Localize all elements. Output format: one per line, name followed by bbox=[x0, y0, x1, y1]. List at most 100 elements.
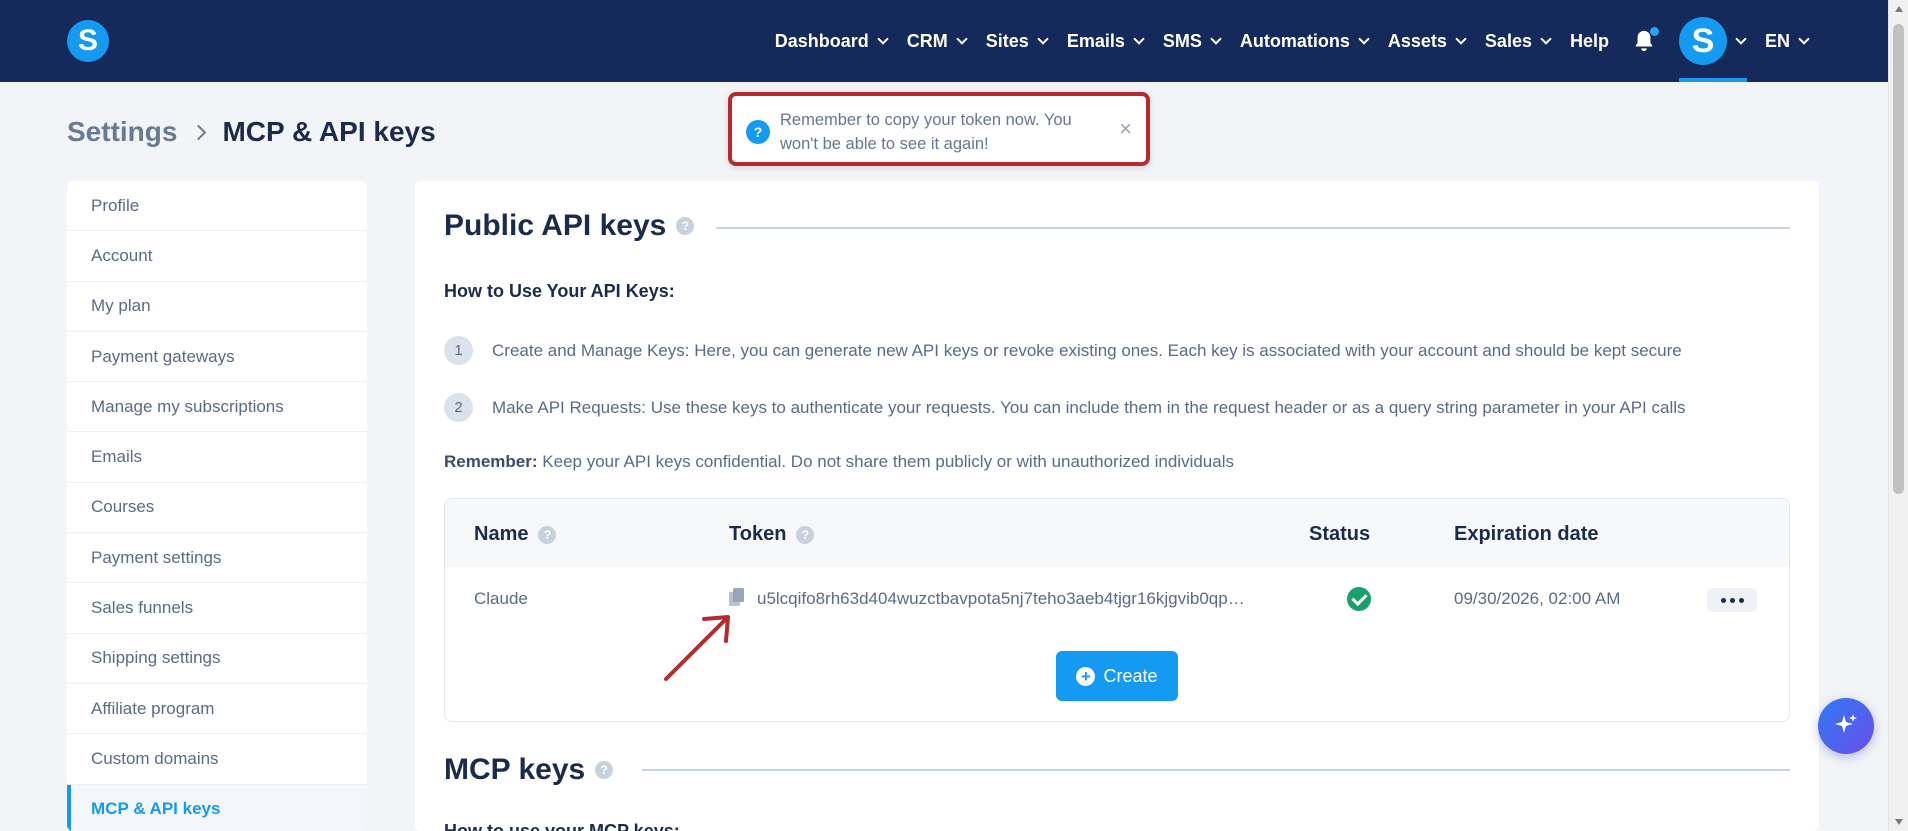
section-divider bbox=[642, 769, 1790, 771]
column-name-label: Name bbox=[474, 523, 529, 545]
sidebar-item-account[interactable]: Account bbox=[67, 231, 367, 282]
nav-sales[interactable]: Sales bbox=[1484, 30, 1552, 52]
help-icon[interactable]: ? bbox=[538, 525, 557, 544]
column-token: Token? bbox=[729, 523, 815, 546]
page-scrollbar[interactable] bbox=[1888, 0, 1908, 831]
chevron-down-icon bbox=[1358, 32, 1370, 45]
chevron-down-icon bbox=[1540, 32, 1552, 45]
remember-note: Remember: Keep your API keys confidentia… bbox=[444, 452, 1234, 472]
main-card: Public API keys ? How to Use Your API Ke… bbox=[415, 181, 1819, 831]
nav-help[interactable]: Help bbox=[1570, 31, 1609, 52]
chevron-down-icon bbox=[1210, 32, 1222, 45]
nav-dashboard-label: Dashboard bbox=[774, 30, 869, 51]
step-number: 2 bbox=[444, 393, 473, 422]
chevron-down-icon bbox=[1735, 32, 1747, 45]
avatar: S bbox=[1678, 17, 1727, 65]
nav-sites[interactable]: Sites bbox=[985, 30, 1049, 52]
scroll-thumb[interactable] bbox=[1893, 24, 1904, 494]
nav-emails[interactable]: Emails bbox=[1066, 30, 1145, 52]
dot bbox=[1720, 597, 1726, 603]
status-active-icon bbox=[1347, 587, 1371, 611]
sidebar-item-affiliate-program[interactable]: Affiliate program bbox=[67, 684, 367, 735]
help-icon[interactable]: ? bbox=[676, 217, 695, 235]
column-token-label: Token bbox=[729, 523, 787, 545]
chevron-down-icon bbox=[1455, 32, 1467, 45]
column-status: Status bbox=[1309, 523, 1371, 545]
api-step-2: 2 Make API Requests: Use these keys to a… bbox=[444, 393, 1686, 422]
nav-sites-label: Sites bbox=[985, 30, 1029, 51]
scroll-down-icon[interactable] bbox=[1895, 819, 1903, 825]
chevron-down-icon bbox=[1037, 32, 1049, 45]
step-text: Make API Requests: Use these keys to aut… bbox=[492, 397, 1686, 417]
scroll-up-icon[interactable] bbox=[1895, 6, 1903, 12]
nav-sms-label: SMS bbox=[1162, 30, 1202, 51]
api-step-1: 1 Create and Manage Keys: Here, you can … bbox=[444, 336, 1682, 365]
section-divider bbox=[716, 227, 1790, 229]
nav-emails-label: Emails bbox=[1066, 30, 1125, 51]
sidebar-item-shipping-settings[interactable]: Shipping settings bbox=[67, 634, 367, 684]
api-howto-heading: How to Use Your API Keys: bbox=[444, 281, 675, 301]
sidebar-item-courses[interactable]: Courses bbox=[67, 483, 367, 534]
user-menu[interactable]: S bbox=[1678, 0, 1747, 82]
language-label: EN bbox=[1764, 30, 1790, 51]
api-keys-table: Name? Token? Status Expiration date Clau… bbox=[444, 498, 1790, 722]
nav-assets[interactable]: Assets bbox=[1388, 31, 1467, 52]
dot bbox=[1729, 597, 1735, 603]
notifications-bell-icon[interactable] bbox=[1633, 27, 1659, 53]
chevron-down-icon bbox=[956, 32, 968, 45]
public-api-keys-title: Public API keys bbox=[444, 209, 667, 242]
column-name: Name? bbox=[474, 523, 557, 546]
chevron-down-icon bbox=[877, 32, 889, 45]
breadcrumb: Settings MCP & API keys bbox=[67, 116, 436, 148]
toast-message: Remember to copy your token now. You won… bbox=[780, 111, 1072, 153]
nav-crm[interactable]: CRM bbox=[906, 30, 968, 52]
key-name: Claude bbox=[474, 589, 528, 608]
nav-crm-label: CRM bbox=[906, 30, 948, 51]
sidebar-item-custom-domains[interactable]: Custom domains bbox=[67, 734, 367, 785]
breadcrumb-settings[interactable]: Settings bbox=[67, 116, 177, 148]
close-icon[interactable]: × bbox=[1119, 116, 1132, 142]
help-icon[interactable]: ? bbox=[796, 525, 815, 544]
nav-sms[interactable]: SMS bbox=[1162, 30, 1222, 52]
sidebar-item-mcp-api-keys[interactable]: MCP & API keys bbox=[67, 784, 367, 831]
row-actions-button[interactable] bbox=[1707, 588, 1757, 612]
step-number: 1 bbox=[444, 336, 473, 365]
app-logo[interactable]: S bbox=[67, 20, 109, 62]
key-token: u5lcqifo8rh63d404wuzctbavpota5nj7teho3ae… bbox=[757, 589, 1245, 608]
settings-sidebar: Profile Account My plan Payment gateways… bbox=[67, 181, 367, 831]
public-api-keys-heading: Public API keys ? bbox=[444, 209, 695, 243]
key-expiration: 09/30/2026, 02:00 AM bbox=[1454, 589, 1621, 608]
sidebar-item-payment-settings[interactable]: Payment settings bbox=[67, 533, 367, 584]
help-icon[interactable]: ? bbox=[595, 761, 614, 779]
sidebar-item-profile[interactable]: Profile bbox=[67, 181, 367, 232]
plus-icon: + bbox=[1076, 666, 1096, 686]
column-expiration: Expiration date bbox=[1454, 523, 1599, 545]
ai-assistant-button[interactable] bbox=[1818, 698, 1874, 754]
avatar-active-underline bbox=[1678, 78, 1747, 82]
create-button[interactable]: + Create bbox=[1056, 651, 1178, 701]
nav-sales-label: Sales bbox=[1484, 30, 1532, 51]
question-icon: ? bbox=[746, 120, 770, 144]
language-selector[interactable]: EN bbox=[1764, 30, 1810, 52]
sidebar-item-my-plan[interactable]: My plan bbox=[67, 282, 367, 332]
page-title: MCP & API keys bbox=[222, 116, 436, 147]
top-navbar: S Dashboard CRM Sites Emails SMS Automat… bbox=[0, 0, 1888, 82]
step-text: Create and Manage Keys: Here, you can ge… bbox=[492, 340, 1682, 360]
nav-dashboard[interactable]: Dashboard bbox=[774, 30, 889, 52]
notification-dot bbox=[1649, 27, 1659, 36]
remember-label: Remember: bbox=[444, 452, 538, 471]
chevron-down-icon bbox=[1798, 32, 1810, 45]
mcp-howto-heading: How to use your MCP keys: bbox=[444, 821, 680, 831]
sidebar-item-sales-funnels[interactable]: Sales funnels bbox=[67, 583, 367, 634]
nav-automations[interactable]: Automations bbox=[1240, 31, 1370, 52]
copy-token-toast: ? Remember to copy your token now. You w… bbox=[728, 92, 1150, 166]
dot bbox=[1738, 597, 1744, 603]
sidebar-item-payment-gateways[interactable]: Payment gateways bbox=[67, 332, 367, 383]
copy-icon[interactable] bbox=[728, 587, 746, 607]
sidebar-item-manage-subscriptions[interactable]: Manage my subscriptions bbox=[67, 382, 367, 433]
mcp-keys-title: MCP keys bbox=[444, 753, 586, 786]
sidebar-item-emails[interactable]: Emails bbox=[67, 432, 367, 483]
create-label: Create bbox=[1103, 665, 1158, 686]
chevron-right-icon bbox=[191, 124, 207, 140]
sparkle-icon bbox=[1835, 714, 1857, 733]
